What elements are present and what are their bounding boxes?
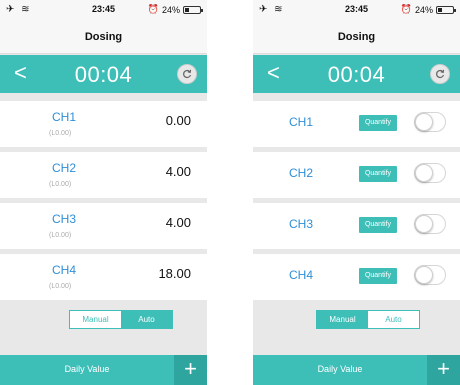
mode-auto-button[interactable]: Auto — [368, 311, 419, 328]
channel-toggle[interactable] — [414, 265, 446, 285]
channel-name: CH3 — [289, 217, 314, 231]
timer-header: < 00:04 — [253, 55, 460, 93]
channel-subvalue: (L0.00) — [49, 181, 72, 188]
channel-row-ch4: CH4 Quantify — [253, 254, 460, 300]
mode-manual-button[interactable]: Manual — [70, 311, 121, 328]
daily-value-button[interactable]: Daily Value — [0, 364, 174, 374]
toggle-knob — [415, 164, 433, 182]
channel-name: CH1 — [289, 115, 314, 129]
channel-value[interactable]: 4.00 — [166, 164, 191, 179]
channel-value[interactable]: 4.00 — [166, 215, 191, 230]
channel-list: CH1 (L0.00) 0.00 CH2 (L0.00) 4.00 CH3 (L… — [0, 101, 207, 305]
status-bar: ✈ ≋ 23:45 ⏰ 24% — [0, 0, 207, 20]
channel-name: CH2 — [289, 166, 314, 180]
quantify-button[interactable]: Quantify — [359, 115, 397, 131]
channel-subvalue: (L0.00) — [49, 130, 72, 137]
channel-name: CH1 — [52, 110, 77, 124]
dosing-screen-manual: ✈ ≋ 23:45 ⏰ 24% Dosing < 00:04 CH1 Quant… — [253, 0, 460, 385]
daily-value-button[interactable]: Daily Value — [253, 364, 427, 374]
channel-row-ch1[interactable]: CH1 (L0.00) 0.00 — [0, 101, 207, 147]
alarm-icon: ⏰ — [400, 4, 412, 14]
mode-manual-button[interactable]: Manual — [317, 311, 368, 328]
toggle-knob — [415, 266, 433, 284]
refresh-button[interactable] — [430, 64, 450, 84]
quantify-button[interactable]: Quantify — [359, 217, 397, 233]
timer-display: 00:04 — [74, 62, 133, 87]
mode-segmented-control: Manual Auto — [69, 310, 173, 329]
add-button[interactable]: + — [174, 355, 207, 385]
channel-row-ch3: CH3 Quantify — [253, 203, 460, 249]
timer-header: < 00:04 — [0, 55, 207, 93]
mode-auto-button[interactable]: Auto — [121, 311, 172, 328]
battery-fill — [185, 7, 189, 12]
add-button[interactable]: + — [427, 355, 460, 385]
channel-value[interactable]: 18.00 — [158, 266, 191, 281]
page-title: Dosing — [253, 20, 460, 54]
timer-display: 00:04 — [327, 62, 386, 87]
alarm-icon: ⏰ — [147, 4, 159, 14]
channel-row-ch1: CH1 Quantify — [253, 101, 460, 147]
channel-name: CH3 — [52, 212, 77, 226]
refresh-icon — [436, 69, 445, 79]
channel-subvalue: (L0.00) — [49, 283, 72, 290]
battery-percent: 24% — [414, 4, 433, 15]
channel-row-ch3[interactable]: CH3 (L0.00) 4.00 — [0, 203, 207, 249]
page-title: Dosing — [0, 20, 207, 54]
channel-toggle[interactable] — [414, 214, 446, 234]
toggle-knob — [415, 215, 433, 233]
battery-group: ⏰ 24% — [400, 4, 456, 15]
channel-value[interactable]: 0.00 — [166, 113, 191, 128]
battery-fill — [438, 7, 442, 12]
channel-name: CH2 — [52, 161, 77, 175]
channel-row-ch2[interactable]: CH2 (L0.00) 4.00 — [0, 152, 207, 198]
refresh-icon — [183, 69, 192, 79]
battery-percent: 24% — [161, 4, 180, 15]
channel-subvalue: (L0.00) — [49, 232, 72, 239]
bottom-bar: Daily Value + — [253, 355, 460, 385]
refresh-button[interactable] — [177, 64, 197, 84]
channel-toggle[interactable] — [414, 163, 446, 183]
battery-icon — [183, 5, 203, 14]
mode-segmented-control: Manual Auto — [316, 310, 420, 329]
bottom-bar: Daily Value + — [0, 355, 207, 385]
status-bar: ✈ ≋ 23:45 ⏰ 24% — [253, 0, 460, 20]
dosing-screen-auto: ✈ ≋ 23:45 ⏰ 24% Dosing < 00:04 CH1 (L0.0… — [0, 0, 207, 385]
channel-row-ch2: CH2 Quantify — [253, 152, 460, 198]
battery-icon — [436, 5, 456, 14]
quantify-button[interactable]: Quantify — [359, 166, 397, 182]
channel-name: CH4 — [289, 268, 314, 282]
channel-toggle[interactable] — [414, 112, 446, 132]
channel-row-ch4[interactable]: CH4 (L0.00) 18.00 — [0, 254, 207, 300]
battery-group: ⏰ 24% — [147, 4, 203, 15]
quantify-button[interactable]: Quantify — [359, 268, 397, 284]
channel-name: CH4 — [52, 263, 77, 277]
channel-list: CH1 Quantify CH2 Quantify CH3 Quantify C… — [253, 101, 460, 305]
toggle-knob — [415, 113, 433, 131]
